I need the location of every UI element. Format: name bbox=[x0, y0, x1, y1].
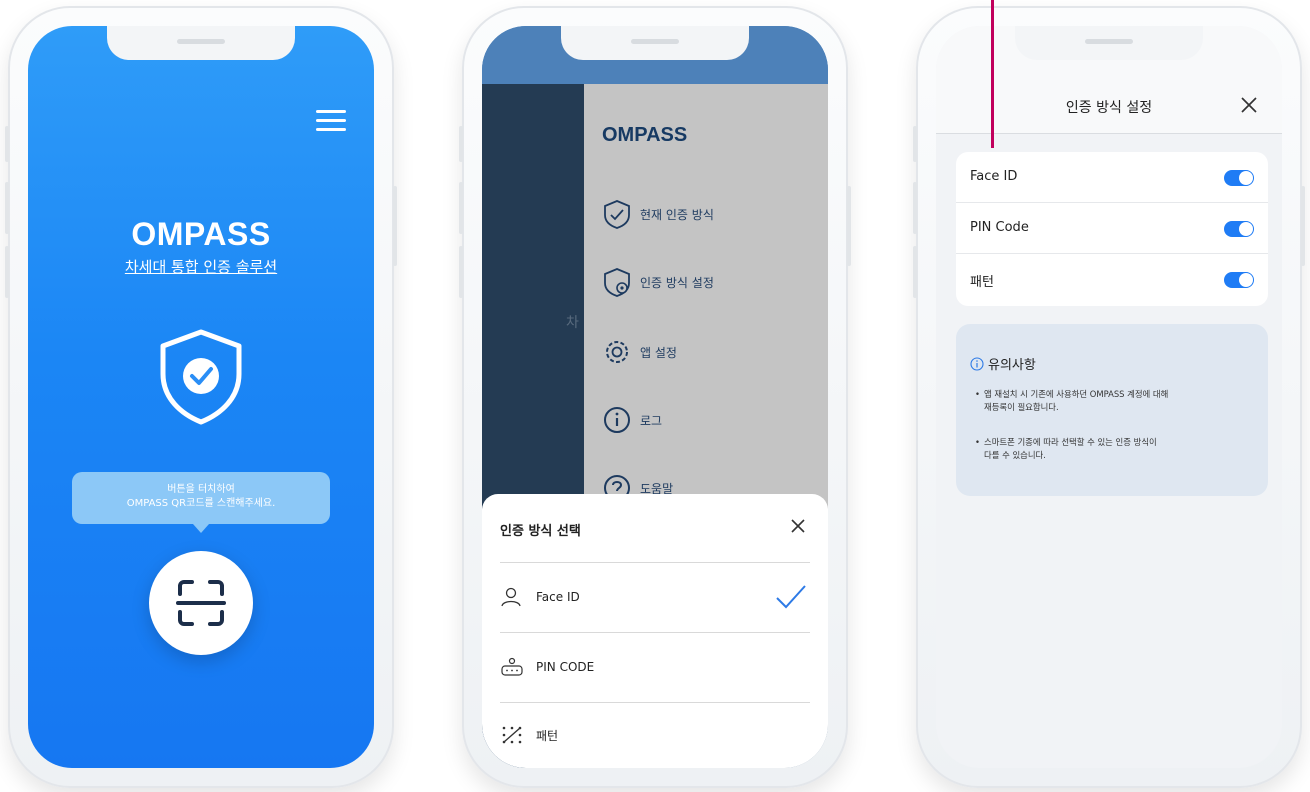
drawer-item-current-auth[interactable]: 현재 인증 방식 bbox=[600, 196, 714, 232]
qr-scan-button[interactable] bbox=[149, 551, 253, 655]
brand-subtitle-link[interactable]: 차세대 통합 인증 솔루션 bbox=[28, 256, 374, 277]
toggle-row-pin-code: PIN Code bbox=[956, 203, 1268, 254]
mute-switch bbox=[913, 126, 917, 162]
notice-line: 앱 재설치 시 기존에 사용하던 OMPASS 계정에 대해 bbox=[984, 389, 1169, 399]
pattern-icon bbox=[502, 726, 522, 744]
sheet-option-face-id[interactable]: Face ID bbox=[500, 568, 810, 626]
face-id-toggle[interactable] bbox=[1224, 170, 1254, 186]
divider bbox=[500, 562, 810, 563]
auth-toggle-card: Face ID PIN Code 패턴 bbox=[956, 152, 1268, 306]
mute-switch bbox=[459, 126, 463, 162]
notch bbox=[561, 26, 749, 60]
close-icon[interactable] bbox=[1238, 94, 1260, 116]
toggle-label: PIN Code bbox=[970, 220, 1029, 235]
header-bar: 인증 방식 설정 bbox=[936, 26, 1282, 134]
shield-gear-icon bbox=[604, 268, 630, 297]
notch bbox=[1015, 26, 1203, 60]
notch bbox=[107, 26, 295, 60]
shield-check-icon bbox=[604, 200, 630, 229]
notice-box: 유의사항 앱 재설치 시 기존에 사용하던 OMPASS 계정에 대해 재등록이… bbox=[956, 324, 1268, 496]
volume-down-button bbox=[5, 246, 9, 298]
phone-settings-screen: 인증 방식 설정 Face ID PIN Code 패턴 유의사항 • 앱 재설… bbox=[913, 6, 1305, 788]
volume-up-button bbox=[459, 182, 463, 234]
volume-up-button bbox=[913, 182, 917, 234]
drawer-item-label: 현재 인증 방식 bbox=[640, 207, 714, 222]
toggle-row-face-id: Face ID bbox=[956, 152, 1268, 203]
notice-line: 스마트폰 기종에 따라 선택할 수 있는 인증 방식이 bbox=[984, 437, 1157, 447]
close-icon[interactable] bbox=[788, 516, 808, 536]
notice-item: 스마트폰 기종에 따라 선택할 수 있는 인증 방식이 다를 수 있습니다. bbox=[975, 436, 1248, 462]
mute-switch bbox=[5, 126, 9, 162]
check-icon bbox=[776, 585, 806, 609]
volume-up-button bbox=[5, 182, 9, 234]
gear-icon bbox=[606, 341, 628, 363]
scan-tooltip: 버튼을 터치하여 OMPASS QR코드를 스캔해주세요. bbox=[72, 472, 330, 533]
sheet-title: 인증 방식 선택 bbox=[500, 524, 581, 539]
info-icon bbox=[970, 356, 984, 371]
drawer-item-label: 로그 bbox=[640, 413, 663, 428]
menu-screen: 차 OMPASS 현재 인증 방식 인증 방식 설정 앱 설정 로그 도움말 인… bbox=[482, 26, 828, 768]
pin-keypad-icon bbox=[501, 657, 523, 676]
sheet-option-pin-code[interactable]: PIN CODE bbox=[500, 638, 810, 696]
volume-down-button bbox=[913, 246, 917, 298]
drawer-item-app-settings[interactable]: 앱 설정 bbox=[600, 334, 677, 370]
brand-title: OMPASS bbox=[131, 216, 271, 252]
pattern-toggle[interactable] bbox=[1224, 272, 1254, 288]
option-label: 패턴 bbox=[536, 728, 559, 743]
option-label: PIN CODE bbox=[536, 660, 595, 674]
tooltip-line-1: 버튼을 터치하여 bbox=[167, 484, 235, 495]
hamburger-icon[interactable] bbox=[316, 110, 346, 132]
notice-header: 유의사항 bbox=[970, 354, 1036, 373]
notice-line: 재등록이 필요합니다. bbox=[984, 402, 1059, 412]
toggle-label: 패턴 bbox=[970, 275, 994, 290]
tooltip-line-2: OMPASS QR코드를 스캔해주세요. bbox=[126, 498, 276, 509]
notice-line: 다를 수 있습니다. bbox=[984, 450, 1046, 460]
option-label: Face ID bbox=[536, 590, 580, 604]
auth-settings-screen: 인증 방식 설정 Face ID PIN Code 패턴 유의사항 • 앱 재설… bbox=[936, 26, 1282, 768]
volume-down-button bbox=[459, 246, 463, 298]
page-title: 인증 방식 설정 bbox=[1065, 100, 1153, 116]
callout-pointer-line bbox=[991, 0, 994, 148]
shield-check-icon bbox=[153, 326, 249, 430]
notice-title: 유의사항 bbox=[988, 358, 1036, 373]
sheet-option-pattern[interactable]: 패턴 bbox=[500, 706, 810, 764]
info-icon bbox=[604, 407, 630, 433]
notice-item: 앱 재설치 시 기존에 사용하던 OMPASS 계정에 대해 재등록이 필요합니… bbox=[975, 388, 1248, 414]
phone-home-screen: OMPASS 차세대 통합 인증 솔루션 버튼을 터치하여 OMPASS QR코… bbox=[5, 6, 397, 788]
auth-method-sheet: 인증 방식 선택 Face ID PIN CODE 패턴 bbox=[482, 494, 828, 768]
divider bbox=[500, 632, 810, 633]
toggle-label: Face ID bbox=[970, 169, 1018, 184]
toggle-row-pattern: 패턴 bbox=[956, 254, 1268, 305]
drawer-item-label: 인증 방식 설정 bbox=[640, 275, 714, 290]
phone-menu-screen: 차 OMPASS 현재 인증 방식 인증 방식 설정 앱 설정 로그 도움말 인… bbox=[459, 6, 851, 788]
divider bbox=[500, 702, 810, 703]
power-button bbox=[393, 186, 397, 266]
user-icon bbox=[501, 587, 521, 607]
drawer-title: OMPASS bbox=[602, 124, 688, 146]
drawer-item-auth-settings[interactable]: 인증 방식 설정 bbox=[600, 264, 714, 300]
power-button bbox=[847, 186, 851, 266]
drawer-item-log[interactable]: 로그 bbox=[600, 402, 662, 438]
qr-scan-icon bbox=[176, 580, 226, 626]
home-screen: OMPASS 차세대 통합 인증 솔루션 버튼을 터치하여 OMPASS QR코… bbox=[28, 26, 374, 768]
dimmed-text: 차 bbox=[566, 315, 579, 331]
drawer-item-label: 앱 설정 bbox=[640, 345, 677, 360]
power-button bbox=[1301, 186, 1305, 266]
pin-code-toggle[interactable] bbox=[1224, 221, 1254, 237]
